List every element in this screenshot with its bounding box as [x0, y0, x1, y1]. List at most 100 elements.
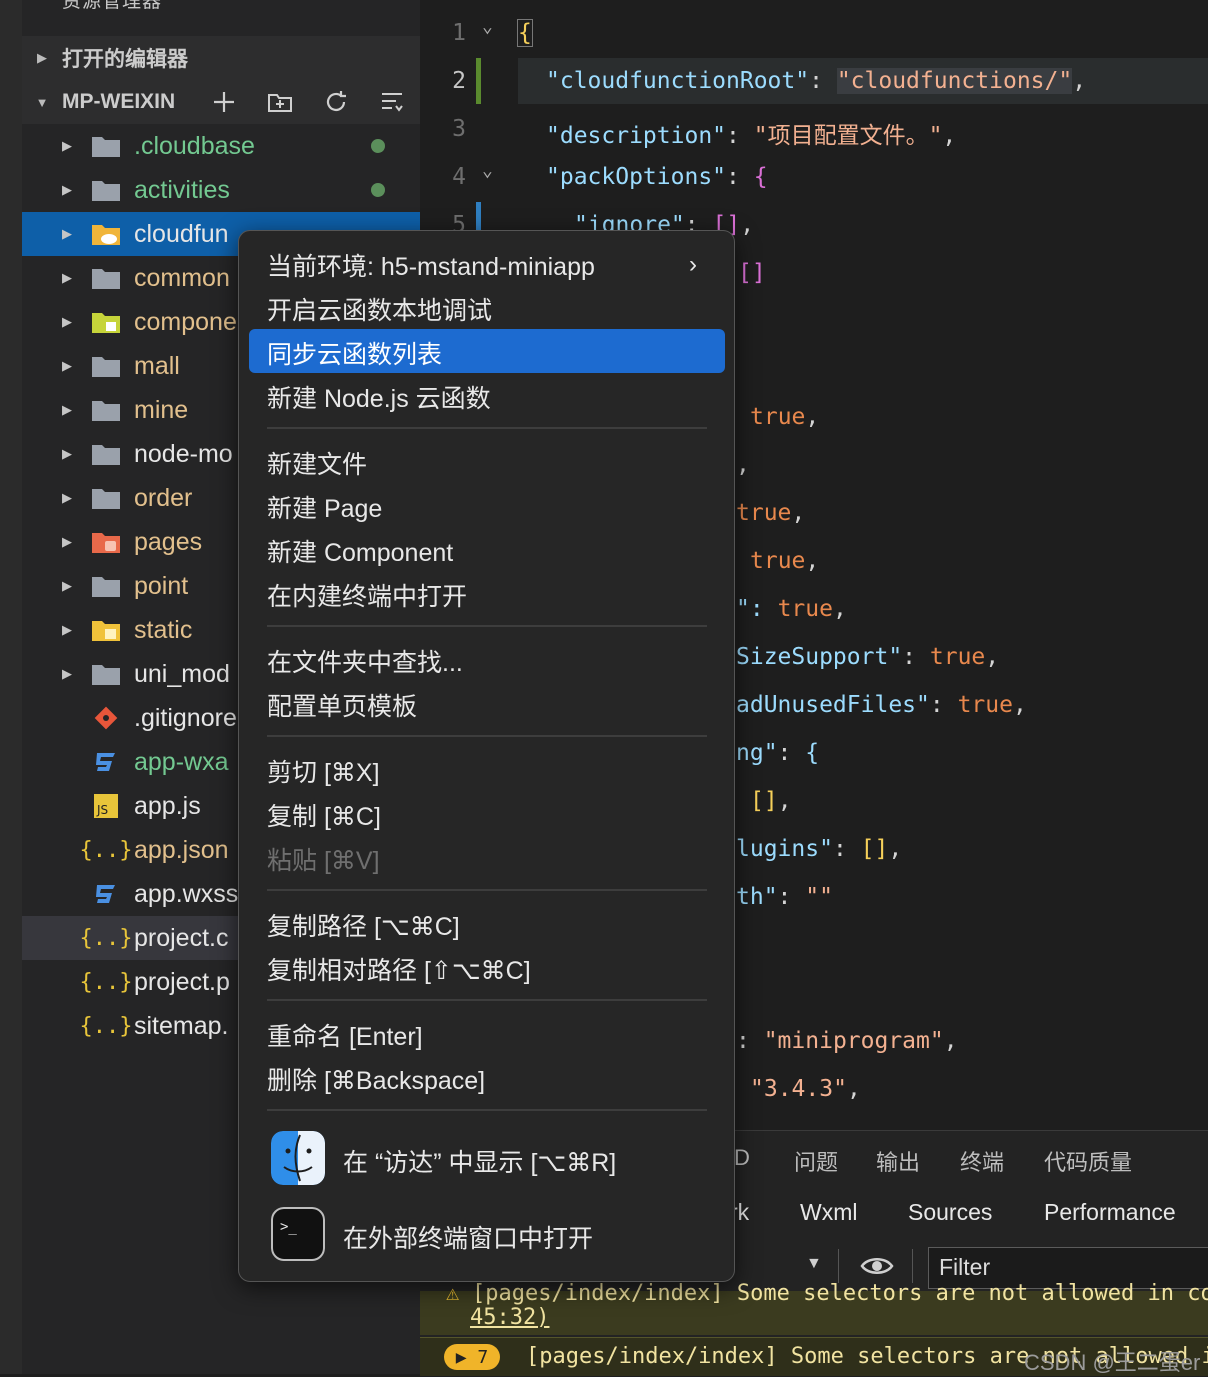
menu-item-delete[interactable]: 删除 [⌘Backspace] [267, 1061, 485, 1097]
chevron-right-icon: › [689, 251, 697, 278]
tab-partial[interactable]: D [734, 1145, 750, 1171]
code-fragment: "3.4.3" [750, 1076, 847, 1102]
json-file-icon: {..} [79, 837, 133, 863]
tree-item-label: compone [134, 307, 237, 336]
tree-item-label: pages [134, 527, 203, 556]
more-actions-button[interactable]: ··· [352, 0, 374, 8]
folder-icon [90, 352, 122, 380]
code-fragment: true [750, 404, 806, 430]
devtools-tab-wxml[interactable]: Wxml [800, 1199, 857, 1226]
menu-item-rename[interactable]: 重命名 [Enter] [267, 1017, 423, 1053]
code-fragment: , [736, 452, 750, 478]
chevron-right-icon: ▶ [62, 578, 72, 593]
code-fragment: [] [750, 788, 778, 814]
json-file-icon: {..} [79, 1013, 133, 1039]
git-icon [90, 704, 122, 732]
menu-item-paste: 粘贴 [⌘V] [267, 847, 380, 875]
menu-item-sync-list[interactable]: 同步云函数列表 [267, 335, 442, 371]
refresh-icon[interactable] [322, 88, 350, 116]
line-number: 2 [452, 68, 466, 94]
component-folder-icon [90, 308, 122, 336]
menu-item-new-node-function[interactable]: 新建 Node.js 云函数 [267, 379, 491, 415]
status-dot [371, 139, 385, 153]
code-fragment: true [957, 692, 1013, 718]
menu-item-open-external-terminal[interactable]: 在外部终端窗口中打开 [343, 1219, 593, 1255]
tree-item-cloudbase[interactable]: ▶ .cloudbase [22, 124, 420, 168]
menu-item-new-page[interactable]: 新建 Page [267, 489, 382, 525]
tree-item-label: activities [134, 175, 230, 204]
menu-item-find-in-folder[interactable]: 在文件夹中查找... [267, 643, 463, 679]
menu-item-copy-path[interactable]: 复制路径 [⌥⌘C] [267, 907, 460, 943]
json-file-icon: {..} [79, 969, 133, 995]
tree-item-label: .gitignore [134, 703, 237, 732]
svg-text:>_: >_ [280, 1219, 297, 1235]
menu-separator [267, 1109, 707, 1111]
folder-icon [90, 572, 122, 600]
dropdown-caret-icon[interactable]: ▼ [806, 1255, 822, 1273]
code-fragment: SizeSupport" [736, 644, 903, 670]
repeat-count-badge[interactable]: ▶ 7 [444, 1344, 500, 1370]
chevron-right-icon: ▶ [62, 666, 72, 681]
menu-item-copy[interactable]: 复制 [⌘C] [267, 797, 381, 833]
folder-icon [90, 264, 122, 292]
git-added-bar [476, 202, 481, 232]
menu-item-environment[interactable]: 当前环境: h5-mstand-miniapp [267, 247, 595, 283]
section-open-editors[interactable]: ▶ 打开的编辑器 [22, 36, 420, 80]
chevron-right-icon: ▶ [62, 270, 72, 285]
code-fragment: adUnusedFiles" [736, 692, 930, 718]
fold-chevron-icon[interactable]: ⌄ [482, 16, 493, 37]
menu-item-reveal-in-finder[interactable]: 在 “访达” 中显示 [⌥⌘R] [343, 1143, 616, 1179]
section-label: MP-WEIXIN [62, 90, 176, 113]
folder-icon [90, 132, 122, 160]
menu-item-new-file[interactable]: 新建文件 [267, 445, 367, 481]
console-source-link[interactable]: 45:32) [470, 1305, 549, 1330]
tab-terminal[interactable]: 终端 [960, 1145, 1004, 1177]
collapse-all-icon[interactable] [378, 88, 406, 116]
folder-icon [90, 440, 122, 468]
code-fragment: "" [805, 884, 833, 910]
warning-icon: ⚠ [446, 1281, 460, 1306]
menu-item-new-component[interactable]: 新建 Component [267, 533, 453, 569]
section-label: 打开的编辑器 [62, 48, 188, 71]
folder-icon [90, 176, 122, 204]
new-folder-icon[interactable] [266, 88, 294, 116]
devtools-tab-sources[interactable]: Sources [908, 1199, 992, 1226]
code-brace: { [517, 19, 533, 47]
console-warning-row: ⚠ [pages/index/index] Some selectors are… [420, 1281, 1208, 1335]
line-number: 3 [452, 116, 466, 142]
code-fragment: true [750, 548, 806, 574]
chevron-right-icon: ▶ [37, 50, 47, 65]
menu-item-local-debug[interactable]: 开启云函数本地调试 [267, 291, 492, 327]
css-file-icon [90, 748, 122, 776]
menu-item-page-template[interactable]: 配置单页模板 [267, 687, 417, 723]
devtools-tab-performance[interactable]: Performance [1044, 1199, 1176, 1226]
tree-item-activities[interactable]: ▶ activities [22, 168, 420, 212]
tree-item-label: app.json [134, 835, 229, 864]
folder-icon [90, 484, 122, 512]
eye-icon[interactable] [860, 1255, 894, 1277]
tree-item-label: mall [134, 351, 180, 380]
git-modified-bar [476, 58, 481, 104]
status-dot [371, 183, 385, 197]
chevron-down-icon: ▼ [35, 94, 49, 110]
menu-item-open-terminal[interactable]: 在内建终端中打开 [267, 577, 467, 613]
tab-code-quality[interactable]: 代码质量 [1044, 1145, 1132, 1177]
fold-chevron-icon[interactable]: ⌄ [482, 160, 493, 181]
css-file-icon [90, 880, 122, 908]
line-number: 1 [452, 20, 466, 46]
code-fragment: lugins" [736, 836, 833, 862]
chevron-right-icon: ▶ [62, 446, 72, 461]
tab-problems[interactable]: 问题 [794, 1145, 838, 1177]
menu-item-cut[interactable]: 剪切 [⌘X] [267, 753, 380, 789]
section-project[interactable]: ▼ MP-WEIXIN [22, 80, 420, 124]
menu-item-copy-relative-path[interactable]: 复制相对路径 [⇧⌥⌘C] [267, 951, 531, 987]
divider [912, 1249, 913, 1283]
tab-output[interactable]: 输出 [876, 1145, 920, 1177]
chevron-right-icon: ▶ [62, 534, 72, 549]
folder-icon [90, 660, 122, 688]
tree-item-label: .cloudbase [134, 131, 255, 160]
new-file-icon[interactable] [210, 88, 238, 116]
chevron-right-icon: ▶ [62, 490, 72, 505]
tree-item-label: mine [134, 395, 189, 424]
js-file-icon: JS [90, 792, 122, 820]
